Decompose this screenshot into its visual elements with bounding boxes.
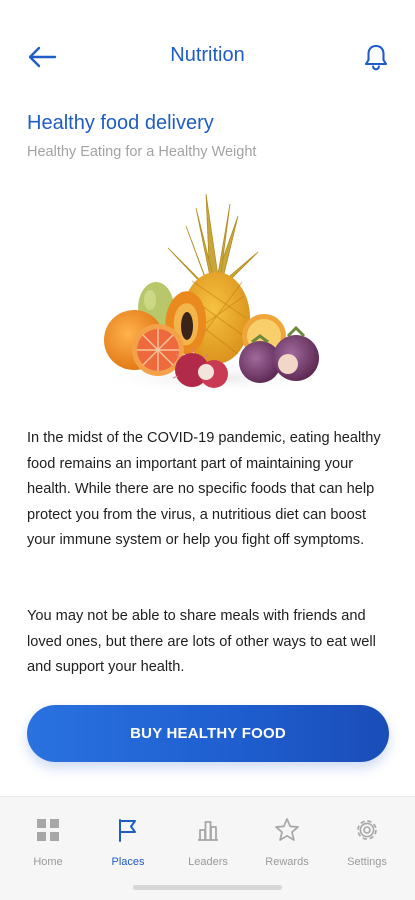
nav-label-rewards: Rewards	[265, 856, 309, 868]
nav-item-leaders[interactable]: Leaders	[168, 817, 248, 868]
nav-label-home: Home	[33, 856, 63, 868]
bell-icon	[364, 44, 388, 71]
bar-chart-icon	[195, 817, 221, 843]
tropical-fruits-illustration	[88, 186, 338, 401]
nutrition-screen: Nutrition Healthy food delivery Healthy …	[0, 0, 415, 900]
nav-item-home[interactable]: Home	[8, 817, 88, 868]
top-app-bar: Nutrition	[0, 0, 415, 112]
bottom-navigation: Home Places Leaders Rewards Settings	[0, 796, 415, 900]
nav-label-places: Places	[111, 856, 145, 868]
page-title: Nutrition	[170, 44, 245, 66]
nav-item-places[interactable]: Places	[88, 817, 168, 868]
gear-icon	[354, 817, 380, 843]
home-indicator	[133, 885, 282, 890]
buy-healthy-food-button[interactable]: BUY HEALTHY FOOD	[27, 705, 389, 762]
grid-icon	[35, 817, 61, 843]
article-title: Healthy food delivery	[27, 112, 214, 134]
article-subtitle: Healthy Eating for a Healthy Weight	[27, 144, 257, 160]
article-paragraph-2: You may not be able to share meals with …	[27, 608, 376, 676]
nav-item-rewards[interactable]: Rewards	[247, 817, 327, 868]
notifications-button[interactable]	[359, 40, 393, 74]
article-paragraph-1: In the midst of the COVID-19 pandemic, e…	[27, 430, 381, 549]
nav-label-leaders: Leaders	[188, 856, 228, 868]
nav-item-settings[interactable]: Settings	[327, 817, 407, 868]
flag-icon	[115, 817, 141, 843]
nav-label-settings: Settings	[347, 856, 387, 868]
star-icon	[274, 817, 300, 843]
